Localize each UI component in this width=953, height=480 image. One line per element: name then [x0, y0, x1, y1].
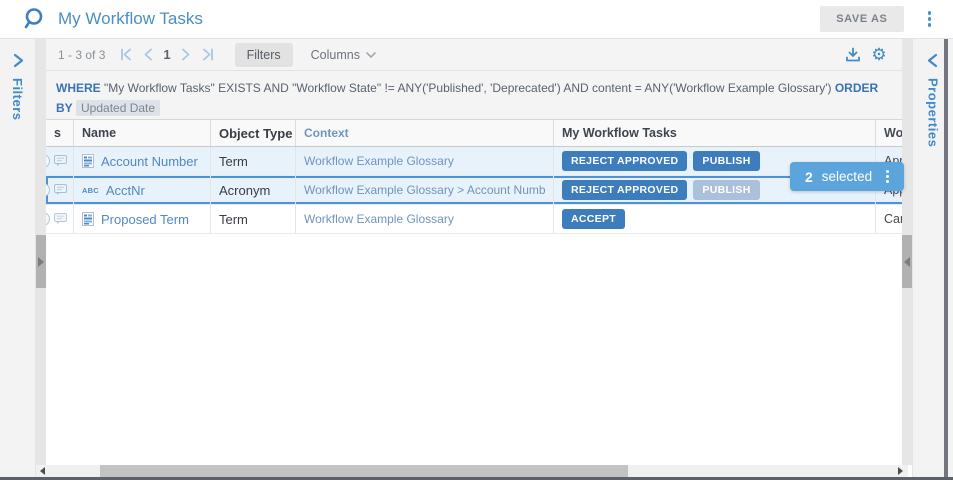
comment-icon[interactable]: [54, 155, 67, 167]
comment-icon[interactable]: [54, 184, 67, 196]
where-keyword: WHERE: [56, 81, 101, 95]
selection-actions-icon[interactable]: [881, 167, 894, 186]
asset-name-link[interactable]: Account Number: [101, 154, 198, 169]
gear-icon[interactable]: ⚙: [866, 43, 892, 67]
export-download-icon[interactable]: [840, 43, 866, 67]
table-toolbar: 1 - 3 of 3 1 Filters Columns: [46, 39, 902, 71]
order-by-field-chip[interactable]: Updated Date: [76, 100, 160, 116]
query-conditions: "My Workflow Tasks" EXISTS AND "Workflow…: [101, 81, 835, 95]
scroll-right-arrow-icon[interactable]: [38, 257, 44, 267]
filters-rail: Filters: [0, 39, 36, 480]
object-type-cell: Term: [210, 205, 295, 233]
scroll-left-arrow-icon[interactable]: [904, 257, 910, 267]
reject-approved-button[interactable]: REJECT APPROVED: [562, 180, 687, 200]
accept-button[interactable]: ACCEPT: [562, 209, 625, 229]
status-circle-icon: [46, 212, 50, 226]
chevron-down-icon: [366, 52, 376, 58]
app-window: My Workflow Tasks SAVE AS Filters Proper…: [0, 0, 953, 480]
horizontal-scrollbar-thumb[interactable]: [100, 465, 628, 477]
status-circle-icon: [46, 183, 50, 197]
last-page-icon[interactable]: [197, 45, 219, 65]
column-header-name[interactable]: Name: [73, 120, 210, 146]
object-type-cell: Term: [210, 147, 295, 175]
scrollbar-right-arrow-icon[interactable]: [895, 466, 905, 476]
selection-badge: 2 selected: [790, 162, 904, 191]
columns-dropdown-label: Columns: [311, 48, 360, 62]
column-header-context[interactable]: Context: [295, 120, 553, 146]
context-link[interactable]: Workflow Example Glossary: [304, 212, 454, 226]
column-header-clipped[interactable]: s: [46, 120, 73, 146]
object-type-cell: Acronym: [210, 176, 295, 204]
asset-name-link[interactable]: Proposed Term: [101, 212, 189, 227]
chevron-right-icon[interactable]: [12, 53, 24, 68]
column-header-workflow-state[interactable]: Workflow State: [875, 120, 902, 146]
current-page-number[interactable]: 1: [163, 47, 170, 62]
top-header: My Workflow Tasks SAVE AS: [0, 0, 953, 39]
properties-rail-label[interactable]: Properties: [926, 78, 941, 147]
search-icon: [22, 7, 44, 31]
view-query-bar: WHERE "My Workflow Tasks" EXISTS AND "Wo…: [46, 71, 902, 120]
table-row[interactable]: ABC AcctNr Acronym Workflow Example Glos…: [46, 176, 902, 205]
save-as-button[interactable]: SAVE AS: [820, 6, 903, 32]
comment-icon[interactable]: [54, 213, 67, 225]
table-left-scroll-strip: [36, 39, 46, 465]
table-row[interactable]: Proposed Term Term Workflow Example Glos…: [46, 205, 902, 234]
columns-dropdown[interactable]: Columns: [311, 48, 376, 62]
next-page-icon[interactable]: [175, 45, 197, 65]
publish-button[interactable]: PUBLISH: [693, 151, 759, 171]
horizontal-scrollbar[interactable]: [36, 465, 908, 477]
selection-label: selected: [822, 169, 872, 184]
workflow-state-cell: Candidate: [875, 205, 902, 233]
filters-rail-label[interactable]: Filters: [10, 78, 25, 121]
context-link[interactable]: Workflow Example Glossary > Account Numb…: [304, 183, 545, 197]
results-table: s Name Object Type Context My Workflow T…: [46, 120, 902, 234]
asset-name-link[interactable]: AcctNr: [106, 183, 145, 198]
more-options-icon[interactable]: [922, 7, 938, 31]
table-row[interactable]: Account Number Term Workflow Example Glo…: [46, 147, 902, 176]
main-content: 1 - 3 of 3 1 Filters Columns: [46, 39, 902, 465]
chevron-left-icon[interactable]: [927, 53, 939, 68]
term-icon: [82, 154, 94, 168]
publish-button-disabled[interactable]: PUBLISH: [693, 180, 759, 200]
window-vertical-scrollbar[interactable]: [944, 39, 948, 477]
table-header-row: s Name Object Type Context My Workflow T…: [46, 120, 902, 147]
scrollbar-left-arrow-icon[interactable]: [37, 466, 47, 476]
column-header-tasks[interactable]: My Workflow Tasks: [553, 120, 875, 146]
filters-button[interactable]: Filters: [235, 43, 293, 67]
status-circle-icon: [46, 154, 50, 168]
term-icon: [82, 212, 94, 226]
first-page-icon[interactable]: [115, 45, 137, 65]
table-right-scroll-strip: [902, 39, 912, 465]
page-title: My Workflow Tasks: [58, 9, 820, 29]
acronym-icon: ABC: [82, 186, 99, 195]
column-header-object-type[interactable]: Object Type: [210, 120, 295, 146]
prev-page-icon[interactable]: [137, 45, 159, 65]
reject-approved-button[interactable]: REJECT APPROVED: [562, 151, 687, 171]
selection-count: 2: [805, 169, 813, 185]
context-link[interactable]: Workflow Example Glossary: [304, 154, 454, 168]
pagination-range: 1 - 3 of 3: [58, 48, 105, 62]
